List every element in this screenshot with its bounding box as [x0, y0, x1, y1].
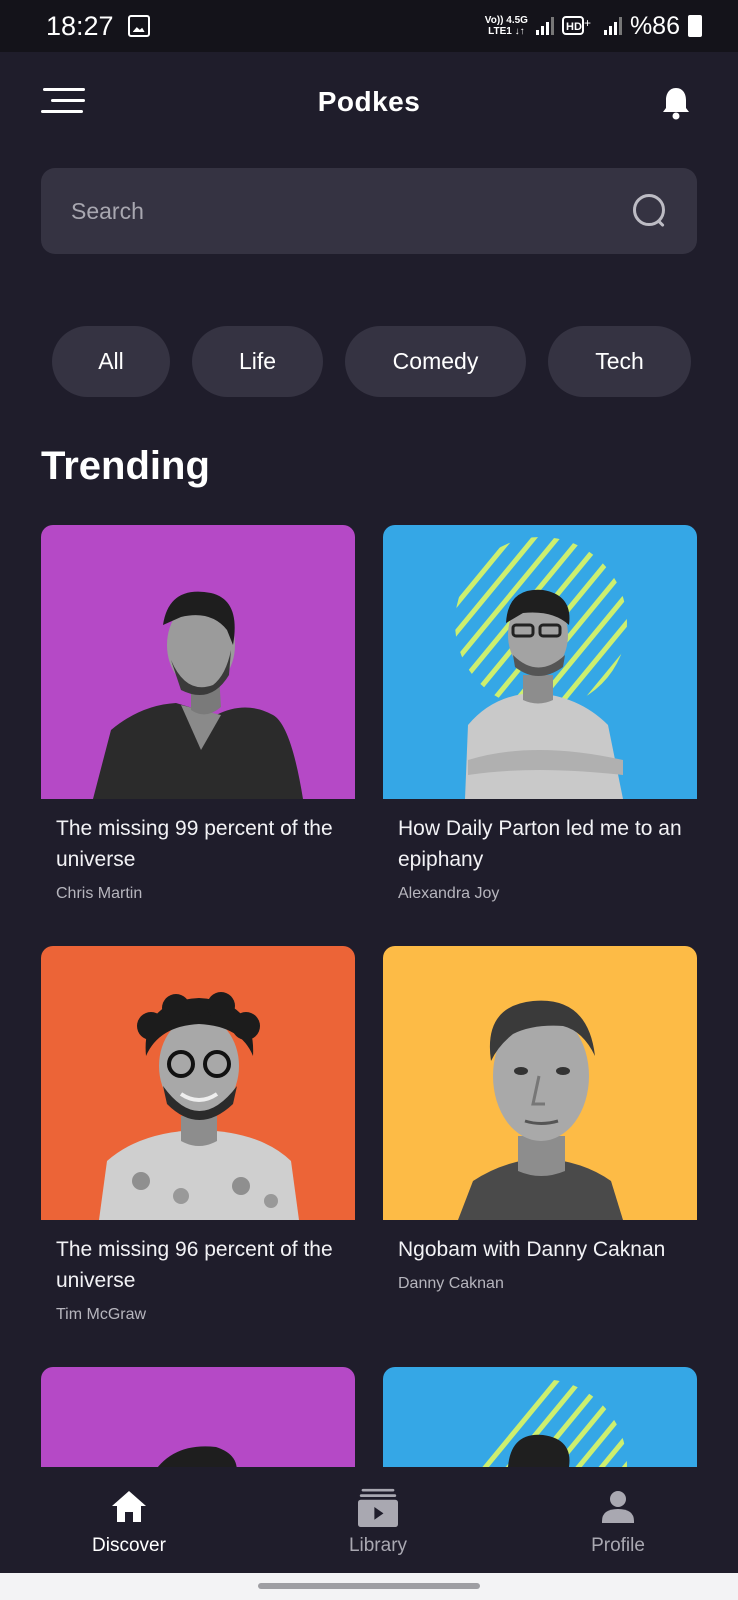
nav-label-library: Library — [348, 1535, 408, 1556]
gesture-bar — [0, 1573, 738, 1600]
host-portrait — [93, 591, 303, 799]
podcast-card[interactable]: The missing 96 percent of the universe T… — [41, 946, 355, 1324]
network-label: Vo)) 4.5G LTE1 ↓↑ — [485, 15, 528, 37]
podcast-title: Ngobam with Danny Caknan — [398, 1238, 666, 1261]
status-bar: 18:27 Vo)) 4.5G LTE1 ↓↑ HD + %86 — [0, 0, 738, 52]
profile-icon — [602, 1491, 634, 1523]
network-bottom-label: LTE1 ↓↑ — [488, 26, 525, 37]
host-portrait — [99, 992, 299, 1220]
category-chips: All Life Comedy Tech — [0, 326, 738, 398]
signal-icon-2 — [603, 17, 622, 35]
podcast-card[interactable]: Ngobam with Danny Caknan Danny Caknan — [383, 946, 697, 1293]
app-title: Podkes — [317, 86, 421, 117]
podcast-cover — [383, 525, 697, 799]
app-header: Podkes — [0, 52, 738, 152]
podcast-title: The missing 99 percent of the universe — [56, 817, 333, 871]
podcast-author: Tim McGraw — [56, 1306, 147, 1323]
status-right: Vo)) 4.5G LTE1 ↓↑ HD + %86 — [485, 12, 702, 41]
podcast-author: Danny Caknan — [398, 1275, 504, 1292]
svg-text:+: + — [584, 16, 591, 30]
podcast-title: The missing 96 percent of the universe — [56, 1238, 333, 1292]
nav-label-discover: Discover — [92, 1535, 166, 1556]
chip-life[interactable]: Life — [192, 326, 323, 397]
menu-icon[interactable] — [41, 88, 85, 116]
chip-label: All — [98, 348, 124, 374]
nav-item-profile[interactable]: Profile — [518, 1467, 718, 1573]
podcast-author: Alexandra Joy — [398, 885, 500, 902]
podcast-title: How Daily Parton led me to an epiphany — [398, 817, 682, 871]
search-bar[interactable] — [41, 168, 697, 254]
podcast-author: Chris Martin — [56, 885, 143, 902]
battery-icon — [688, 15, 702, 37]
bell-icon[interactable] — [662, 86, 690, 120]
nav-label-profile: Profile — [591, 1535, 645, 1556]
search-icon[interactable] — [633, 194, 667, 228]
home-icon — [112, 1491, 146, 1522]
chip-label: Life — [238, 348, 277, 374]
signal-icon — [535, 17, 554, 35]
nav-item-library[interactable]: Library — [278, 1467, 478, 1573]
host-portrait — [458, 1000, 623, 1220]
podcast-cover — [383, 946, 697, 1220]
search-input[interactable] — [71, 197, 633, 225]
status-time: 18:27 — [46, 10, 114, 41]
chip-comedy[interactable]: Comedy — [345, 326, 526, 397]
chip-label: Tech — [595, 348, 644, 374]
home-gesture-pill[interactable] — [258, 1583, 480, 1589]
nav-item-discover[interactable]: Discover — [29, 1467, 229, 1573]
section-title-trending: Trending — [41, 444, 210, 488]
podcast-card[interactable]: The missing 99 percent of the universe C… — [41, 525, 355, 903]
chip-label: Comedy — [392, 348, 479, 374]
status-left: 18:27 — [46, 11, 150, 42]
podcast-card[interactable]: How Daily Parton led me to an epiphany A… — [383, 525, 697, 903]
hd-icon: HD + — [561, 16, 591, 35]
podcast-cover — [41, 946, 355, 1220]
bottom-nav: Discover Library Profile — [0, 1467, 738, 1573]
host-portrait — [455, 537, 627, 799]
podcast-cover — [41, 525, 355, 799]
library-icon — [358, 1488, 398, 1527]
network-top-label: Vo)) 4.5G — [484, 15, 528, 26]
chip-all[interactable]: All — [52, 326, 170, 397]
battery-level: %86 — [629, 11, 680, 40]
svg-text:HD: HD — [566, 21, 582, 33]
image-icon — [127, 15, 150, 37]
chip-tech[interactable]: Tech — [548, 326, 691, 397]
